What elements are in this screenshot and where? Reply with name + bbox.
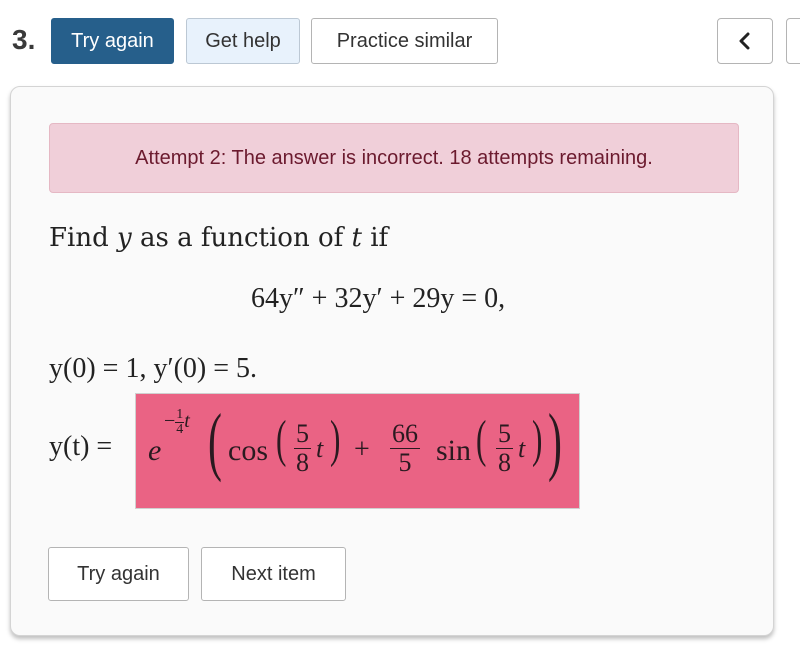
exponent-denominator: 4 xyxy=(176,422,184,437)
exponent-sign: − xyxy=(164,410,176,433)
cos-arg-fraction: 58 xyxy=(294,420,311,477)
sin-label: sin xyxy=(436,434,472,467)
close-paren: ) xyxy=(548,399,562,483)
next-question-button[interactable] xyxy=(786,18,800,64)
coefficient-fraction: 66 5 xyxy=(390,420,420,477)
prompt-var-t: t xyxy=(351,223,362,253)
exponent-var: t xyxy=(184,410,190,433)
try-again-button[interactable]: Try again xyxy=(51,18,174,64)
answer-field[interactable]: e −1 4 t ( cos ( 58 t ) + 66 5 sin ( 58 t )… xyxy=(135,393,580,509)
cos-label: cos xyxy=(228,434,268,467)
initial-conditions: y(0) = 1, y′(0) = 5. xyxy=(49,353,258,384)
practice-similar-button[interactable]: Practice similar xyxy=(311,18,498,64)
exponent: −1 4 t xyxy=(164,408,190,437)
cos-arg-numerator: 5 xyxy=(294,419,311,449)
sin-arg-numerator: 5 xyxy=(496,419,513,449)
close-paren: ) xyxy=(330,411,341,468)
get-help-button[interactable]: Get help xyxy=(186,18,300,64)
try-again-bottom-button[interactable]: Try again xyxy=(48,547,189,601)
differential-equation: 64y″ + 32y′ + 29y = 0, xyxy=(251,283,506,314)
open-paren: ( xyxy=(476,411,487,468)
prompt-var-y: y xyxy=(117,223,132,253)
prompt-text: if xyxy=(361,223,389,253)
prompt-text: Find xyxy=(49,223,118,253)
close-paren: ) xyxy=(532,411,543,468)
coefficient-numerator: 66 xyxy=(390,419,420,449)
sin-arg-denominator: 8 xyxy=(498,448,511,477)
sin-arg-var: t xyxy=(518,434,526,463)
sin-arg-fraction: 58 xyxy=(496,420,513,477)
question-number: 3. xyxy=(12,24,36,55)
exponent-fraction: 14 xyxy=(175,407,185,437)
question-card: Attempt 2: The answer is incorrect. 18 a… xyxy=(10,86,774,636)
next-item-button[interactable]: Next item xyxy=(201,547,346,601)
plus-sign: + xyxy=(354,434,370,465)
problem-prompt: Find y as a function of t if xyxy=(49,223,388,253)
exponent-numerator: 1 xyxy=(175,407,185,423)
exp-base: e xyxy=(148,434,162,467)
open-paren: ( xyxy=(276,411,287,468)
prompt-text: as a function of xyxy=(131,223,352,253)
coefficient-denominator: 5 xyxy=(398,448,412,477)
open-paren: ( xyxy=(208,399,222,483)
chevron-left-icon xyxy=(739,32,750,50)
cos-arg-denominator: 8 xyxy=(296,448,309,477)
answer-label: y(t) = xyxy=(49,431,113,462)
cos-arg-var: t xyxy=(316,434,324,463)
attempt-alert: Attempt 2: The answer is incorrect. 18 a… xyxy=(49,123,739,193)
previous-question-button[interactable] xyxy=(717,18,773,64)
